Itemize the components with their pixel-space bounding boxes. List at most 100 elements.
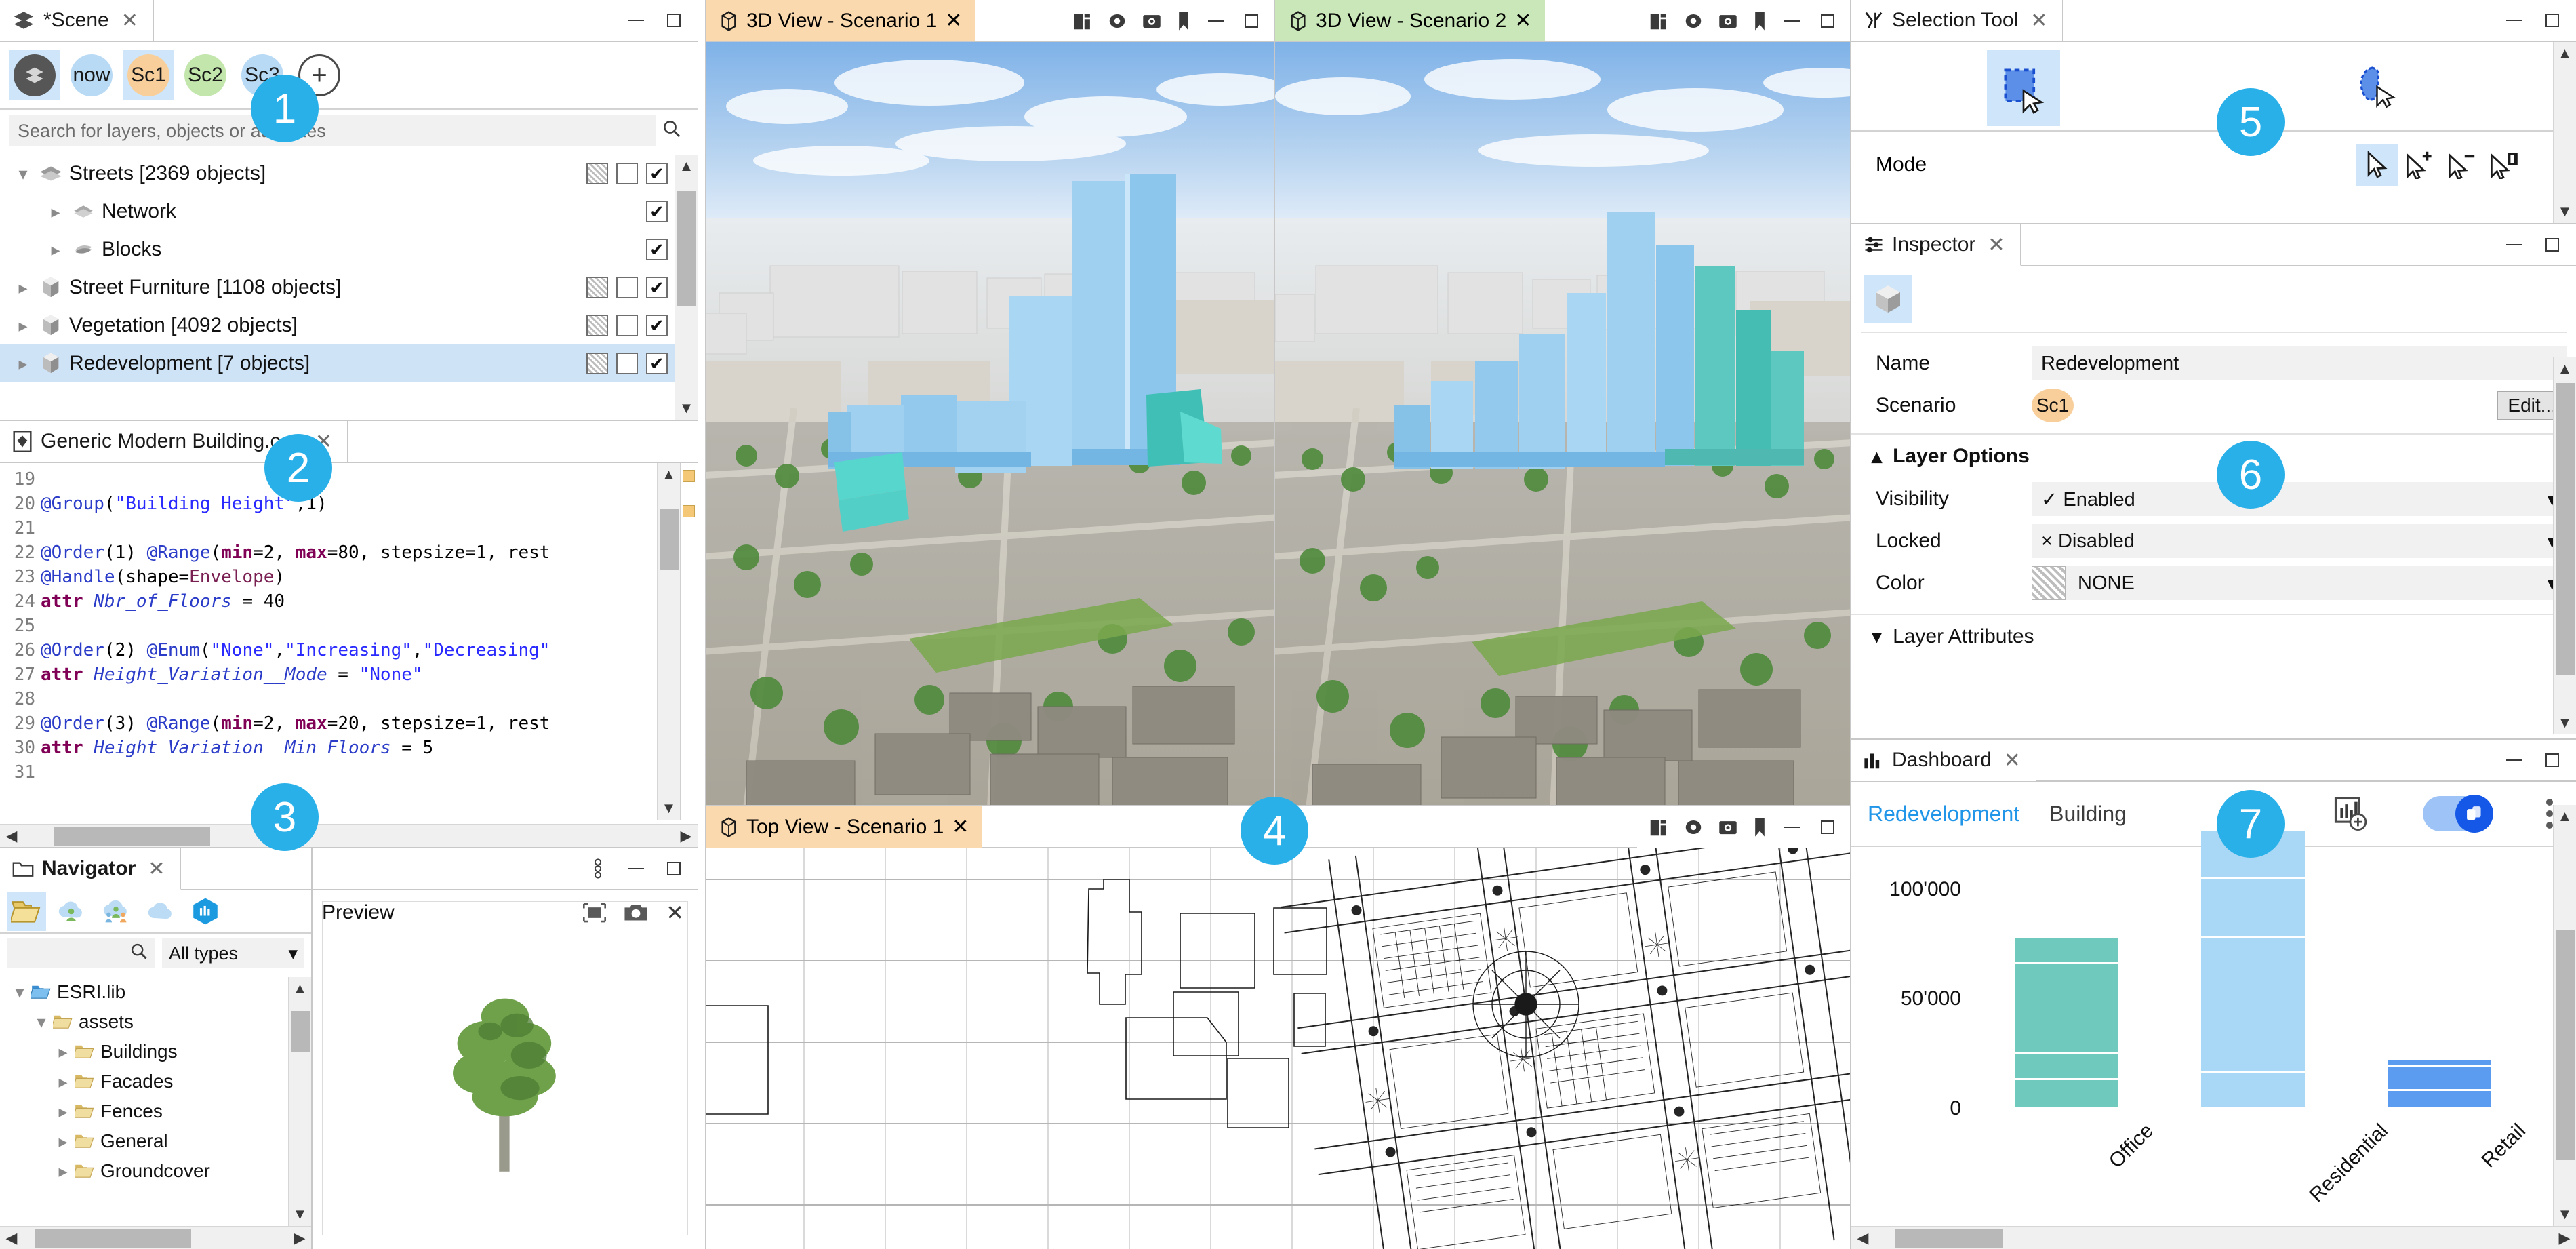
marker-warning-icon[interactable] bbox=[683, 505, 695, 517]
inspector-scrollbar[interactable]: ▲ ▼ bbox=[2553, 357, 2576, 734]
select-toggle-icon[interactable] bbox=[2482, 144, 2524, 186]
type-filter-select[interactable]: All types ▾ bbox=[162, 938, 304, 968]
navigator-scrollbar[interactable]: ▲ ▼ bbox=[288, 977, 311, 1226]
select-add-icon[interactable] bbox=[2398, 144, 2440, 186]
search-icon[interactable] bbox=[656, 119, 688, 144]
scroll-down-icon[interactable]: ▼ bbox=[2554, 200, 2576, 223]
minimize-icon[interactable] bbox=[2504, 235, 2524, 255]
layer-lock-checkbox[interactable] bbox=[616, 353, 638, 374]
scroll-left-icon[interactable]: ◀ bbox=[0, 827, 23, 845]
code-editor[interactable]: 19 20 @Group("Building Height",1) 21 22 @Orde… bbox=[0, 463, 657, 820]
layers-view-icon[interactable] bbox=[1649, 11, 1668, 31]
scroll-up-icon[interactable]: ▲ bbox=[675, 155, 698, 178]
select-replace-icon[interactable] bbox=[2356, 144, 2398, 186]
view-3d-2-canvas[interactable] bbox=[1275, 42, 1850, 805]
layer-visibility-checkbox[interactable]: ✔ bbox=[646, 201, 668, 222]
marker-warning-icon[interactable] bbox=[683, 470, 695, 482]
layer-row-blocks[interactable]: ▸ Blocks ✔ bbox=[0, 231, 675, 269]
layer-lock-checkbox[interactable] bbox=[616, 315, 638, 336]
scroll-right-icon[interactable]: ▶ bbox=[288, 1229, 311, 1247]
scroll-up-icon[interactable]: ▲ bbox=[2554, 357, 2576, 380]
public-cloud-icon[interactable] bbox=[141, 892, 180, 931]
navigator-item-fences[interactable]: ▸ Fences bbox=[0, 1096, 288, 1126]
layer-object-icon[interactable] bbox=[1864, 275, 1912, 323]
view-3d-1-canvas[interactable] bbox=[706, 42, 1274, 805]
maximize-icon[interactable] bbox=[1241, 11, 1262, 31]
bookmark-icon[interactable] bbox=[1752, 11, 1767, 31]
layer-color-checkbox[interactable] bbox=[586, 277, 608, 298]
scroll-down-icon[interactable]: ▼ bbox=[658, 797, 680, 820]
tab-navigator[interactable]: Navigator ✕ bbox=[0, 848, 181, 890]
close-icon[interactable]: ✕ bbox=[121, 9, 138, 33]
dashboard-hscrollbar[interactable]: ◀ ▶ bbox=[1851, 1226, 2576, 1249]
scroll-thumb[interactable] bbox=[2555, 383, 2575, 675]
close-icon[interactable]: ✕ bbox=[952, 815, 969, 839]
layer-row-street[interactable]: ▸ Street Furniture [1108 objects] ✔ bbox=[0, 269, 675, 306]
scroll-up-icon[interactable]: ▲ bbox=[2554, 42, 2576, 65]
twisty-collapsed-icon[interactable]: ▸ bbox=[42, 201, 69, 222]
scroll-thumb[interactable] bbox=[677, 191, 696, 306]
layer-color-checkbox[interactable] bbox=[586, 163, 608, 184]
camera-icon[interactable] bbox=[1718, 818, 1737, 836]
layer-visibility-checkbox[interactable]: ✔ bbox=[646, 277, 668, 298]
twisty-expanded-icon[interactable]: ▾ bbox=[9, 163, 37, 184]
tab-3d-view-scenario-2[interactable]: 3D View - Scenario 2 ✕ bbox=[1275, 0, 1546, 41]
navigator-hscrollbar[interactable]: ◀ ▶ bbox=[0, 1226, 311, 1249]
scroll-down-icon[interactable]: ▼ bbox=[2554, 711, 2576, 734]
close-icon[interactable]: ✕ bbox=[2030, 9, 2047, 33]
bar-retail[interactable] bbox=[2387, 1060, 2492, 1109]
scroll-left-icon[interactable]: ◀ bbox=[0, 1229, 23, 1247]
layer-visibility-checkbox[interactable]: ✔ bbox=[646, 163, 668, 184]
scroll-down-icon[interactable]: ▼ bbox=[289, 1203, 311, 1226]
layers-view-icon[interactable] bbox=[1073, 11, 1092, 31]
bookmark-icon[interactable] bbox=[1176, 11, 1191, 31]
twisty-collapsed-icon[interactable]: ▸ bbox=[52, 1161, 75, 1182]
scroll-up-icon[interactable]: ▲ bbox=[658, 463, 680, 486]
twisty-collapsed-icon[interactable]: ▸ bbox=[52, 1042, 75, 1063]
scroll-thumb[interactable] bbox=[290, 1011, 310, 1052]
maximize-icon[interactable] bbox=[664, 858, 684, 879]
section-layer-options[interactable]: ▴ Layer Options bbox=[1851, 433, 2576, 478]
scenario-chip-base[interactable] bbox=[9, 50, 60, 100]
layer-visibility-checkbox[interactable]: ✔ bbox=[646, 353, 668, 374]
twisty-collapsed-icon[interactable]: ▸ bbox=[9, 315, 37, 336]
view-top-canvas[interactable] bbox=[706, 848, 1850, 1249]
scenario-chip-sc1[interactable]: Sc1 bbox=[123, 50, 174, 100]
layer-visibility-checkbox[interactable]: ✔ bbox=[646, 315, 668, 336]
maximize-icon[interactable] bbox=[664, 10, 684, 31]
search-input[interactable]: Search for layers, objects or attributes bbox=[9, 115, 656, 146]
camera-icon[interactable] bbox=[1718, 12, 1737, 30]
camera-icon[interactable] bbox=[1142, 12, 1161, 30]
maximize-icon[interactable] bbox=[2542, 235, 2562, 255]
maximize-icon[interactable] bbox=[1817, 817, 1838, 837]
minimize-icon[interactable] bbox=[1206, 11, 1226, 31]
layer-color-checkbox[interactable] bbox=[586, 353, 608, 374]
scroll-thumb[interactable] bbox=[2555, 930, 2575, 1160]
scenario-chip[interactable]: Sc1 bbox=[2032, 389, 2074, 422]
my-content-cloud-icon[interactable] bbox=[52, 892, 91, 931]
twisty-collapsed-icon[interactable]: ▸ bbox=[42, 239, 69, 260]
minimize-icon[interactable] bbox=[626, 858, 646, 879]
scroll-right-icon[interactable]: ▶ bbox=[675, 827, 698, 845]
navigator-search-input[interactable] bbox=[7, 938, 155, 968]
code-hscrollbar[interactable]: ◀ ▶ bbox=[0, 824, 698, 847]
lasso-select-icon[interactable] bbox=[2345, 57, 2404, 117]
scroll-right-icon[interactable]: ▶ bbox=[2553, 1229, 2576, 1247]
kebab-menu-icon[interactable] bbox=[2546, 799, 2553, 829]
color-dropdown[interactable]: NONE ▾ bbox=[2032, 566, 2567, 600]
navigator-item-general[interactable]: ▸ General bbox=[0, 1126, 288, 1156]
tab-3d-view-scenario-1[interactable]: 3D View - Scenario 1 ✕ bbox=[706, 0, 976, 41]
eye-icon[interactable] bbox=[1683, 12, 1704, 30]
layer-row-network[interactable]: ▸ Network ✔ bbox=[0, 193, 675, 231]
layer-lock-checkbox[interactable] bbox=[616, 277, 638, 298]
layer-row-streets[interactable]: ▾ Streets [2369 objects] ✔ bbox=[0, 155, 675, 193]
close-icon[interactable]: ✕ bbox=[148, 857, 165, 881]
minimize-icon[interactable] bbox=[1782, 11, 1803, 31]
navigator-item-buildings[interactable]: ▸ Buildings bbox=[0, 1037, 288, 1067]
scroll-up-icon[interactable]: ▲ bbox=[2554, 805, 2576, 828]
select-subtract-icon[interactable] bbox=[2440, 144, 2482, 186]
close-icon[interactable]: ✕ bbox=[2004, 749, 2021, 772]
navigator-item-esri-lib[interactable]: ▾ ESRI.lib bbox=[0, 977, 288, 1007]
close-icon[interactable]: ✕ bbox=[1514, 9, 1531, 33]
bar-office[interactable] bbox=[2014, 938, 2119, 1109]
